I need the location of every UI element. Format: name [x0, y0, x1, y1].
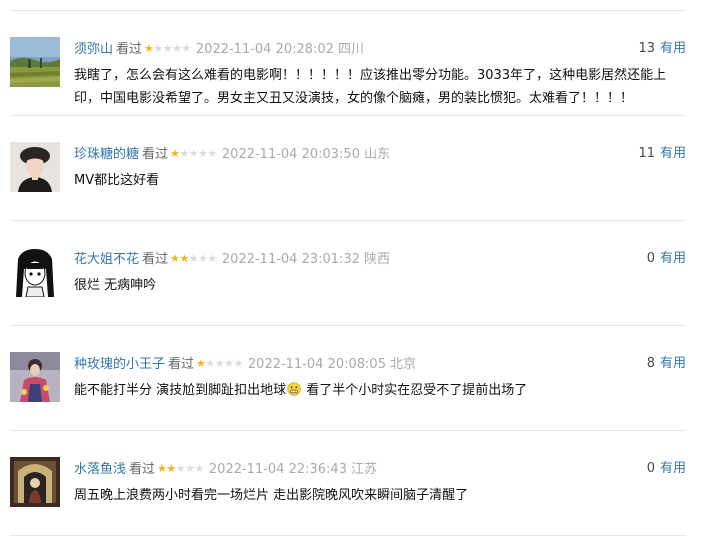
comment-header: 花大姐不花 看过 ★★★★★ 2022-11-04 23:01:32 陕西 0 有用	[74, 249, 686, 269]
star-icon: ★	[144, 42, 154, 55]
avatar[interactable]	[10, 352, 60, 402]
vote-count: 11	[638, 146, 655, 161]
comment-text: 周五晚上浪费两小时看完一场烂片 走出影院晚风吹来瞬间脑子清醒了	[74, 484, 674, 507]
vote-area: 13 有用	[638, 39, 686, 59]
comment-header: 珍珠糖的糖 看过 ★★★★★ 2022-11-04 20:03:50 山东 11 有用	[74, 144, 686, 164]
vote-area: 11 有用	[638, 144, 686, 164]
vote-count: 0	[646, 251, 655, 266]
comment-time: 2022-11-04 20:03:50	[221, 147, 360, 162]
comment-text-part: 我瞎了，怎么会有这么难看的电影啊！！！！！！应该推出零分功能。3033年了，这种…	[74, 68, 667, 106]
username-link[interactable]: 珍珠糖的糖	[74, 147, 139, 162]
star-icon: ★	[207, 252, 218, 265]
comment-location: 四川	[337, 42, 364, 57]
star-icon: ★	[188, 147, 199, 160]
painting-avatar-image	[10, 457, 60, 507]
star-icon: ★	[179, 252, 189, 265]
rating-stars: ★★★★★	[144, 39, 191, 59]
comment-location: 北京	[389, 357, 416, 372]
star-icon: ★	[162, 42, 173, 55]
username-link[interactable]: 花大姐不花	[74, 252, 139, 267]
useful-button[interactable]: 有用	[660, 356, 686, 371]
comment-text-part: 看了半个小时实在忍受不了提前出场了	[302, 383, 528, 398]
costume-avatar-image	[10, 352, 60, 402]
star-icon: ★	[198, 252, 208, 265]
comment-time: 2022-11-04 20:08:05	[247, 357, 386, 372]
comment-text: 能不能打半分 演技尬到脚趾扣出地球 看了半个小时实在忍受不了提前出场了	[74, 379, 674, 402]
comment-time: 2022-11-04 23:01:32	[221, 252, 360, 267]
useful-button[interactable]: 有用	[660, 251, 686, 266]
watch-status: 看过	[168, 357, 195, 372]
comment-text-part: MV都比这好看	[74, 173, 160, 188]
star-icon: ★	[181, 42, 192, 55]
comment-header: 水落鱼浅 看过 ★★★★★ 2022-11-04 22:36:43 江苏 0 有用	[74, 459, 686, 479]
avatar[interactable]	[10, 247, 60, 297]
watch-status: 看过	[142, 147, 169, 162]
useful-button[interactable]: 有用	[660, 146, 686, 161]
comment-location: 山东	[363, 147, 390, 162]
star-icon: ★	[170, 147, 180, 160]
star-icon: ★	[205, 357, 215, 370]
avatar[interactable]	[10, 37, 60, 87]
star-icon: ★	[194, 462, 205, 475]
username-link[interactable]: 须弥山	[74, 42, 113, 57]
vote-area: 0 有用	[647, 249, 686, 269]
avatar[interactable]	[10, 457, 60, 507]
comment-time: 2022-11-04 20:28:02	[195, 42, 334, 57]
comment-location: 陕西	[363, 252, 390, 267]
comment-header: 须弥山 看过 ★★★★★ 2022-11-04 20:28:02 四川 13 有用	[74, 39, 686, 59]
comment-item: 须弥山 看过 ★★★★★ 2022-11-04 20:28:02 四川 13 有用 我瞎了…	[10, 11, 686, 115]
star-icon: ★	[179, 147, 189, 160]
comment-header: 种玫瑰的小王子 看过 ★★★★★ 2022-11-04 20:08:05 北京 8 有用	[74, 354, 686, 374]
comment-item: 水落鱼浅 看过 ★★★★★ 2022-11-04 22:36:43 江苏 0 有用 周五晚…	[10, 431, 686, 535]
username-link[interactable]: 水落鱼浅	[74, 462, 126, 477]
rating-stars: ★★★★★	[170, 144, 217, 164]
landscape-avatar-image	[10, 37, 60, 87]
comment-text: 很烂 无病呻吟	[74, 274, 674, 297]
comment-item: 珍珠糖的糖 看过 ★★★★★ 2022-11-04 20:03:50 山东 11 有用 M…	[10, 116, 686, 220]
comment-text: 我瞎了，怎么会有这么难看的电影啊！！！！！！应该推出零分功能。3033年了，这种…	[74, 64, 674, 110]
star-icon: ★	[170, 252, 180, 265]
comment-text-part: 能不能打半分 演技尬到脚趾扣出地球	[74, 383, 287, 398]
portrait-avatar-image	[10, 142, 60, 192]
star-icon: ★	[153, 42, 163, 55]
vote-count: 8	[646, 356, 655, 371]
star-icon: ★	[207, 147, 218, 160]
comment-text: MV都比这好看	[74, 169, 674, 192]
vote-area: 8 有用	[647, 354, 686, 374]
rating-stars: ★★★★★	[157, 459, 204, 479]
vote-area: 0 有用	[647, 459, 686, 479]
comment-text-part: 很烂 无病呻吟	[74, 278, 157, 293]
avatar[interactable]	[10, 142, 60, 192]
grimace-emoji-icon	[287, 382, 301, 396]
useful-button[interactable]: 有用	[660, 461, 686, 476]
vote-count: 13	[638, 41, 655, 56]
star-icon: ★	[188, 252, 199, 265]
comment-text-part: 周五晚上浪费两小时看完一场烂片 走出影院晚风吹来瞬间脑子清醒了	[74, 488, 469, 503]
comment-item: 种玫瑰的小王子 看过 ★★★★★ 2022-11-04 20:08:05 北京 8 有用 …	[10, 326, 686, 430]
comment-list: 须弥山 看过 ★★★★★ 2022-11-04 20:28:02 四川 13 有用 我瞎了…	[10, 0, 686, 536]
star-icon: ★	[196, 357, 206, 370]
watch-status: 看过	[142, 252, 169, 267]
star-icon: ★	[214, 357, 225, 370]
star-icon: ★	[185, 462, 195, 475]
vote-count: 0	[646, 461, 655, 476]
comment-item: 花大姐不花 看过 ★★★★★ 2022-11-04 23:01:32 陕西 0 有用 很烂…	[10, 221, 686, 325]
star-icon: ★	[172, 42, 182, 55]
watch-status: 看过	[129, 462, 156, 477]
star-icon: ★	[233, 357, 244, 370]
rating-stars: ★★★★★	[170, 249, 217, 269]
useful-button[interactable]: 有用	[660, 41, 686, 56]
comment-time: 2022-11-04 22:36:43	[208, 462, 347, 477]
rating-stars: ★★★★★	[196, 354, 243, 374]
anime-avatar-image	[10, 247, 60, 297]
star-icon: ★	[224, 357, 234, 370]
star-icon: ★	[175, 462, 186, 475]
star-icon: ★	[157, 462, 167, 475]
comment-location: 江苏	[350, 462, 377, 477]
username-link[interactable]: 种玫瑰的小王子	[74, 357, 165, 372]
divider	[10, 535, 686, 536]
star-icon: ★	[166, 462, 176, 475]
watch-status: 看过	[116, 42, 143, 57]
star-icon: ★	[198, 147, 208, 160]
